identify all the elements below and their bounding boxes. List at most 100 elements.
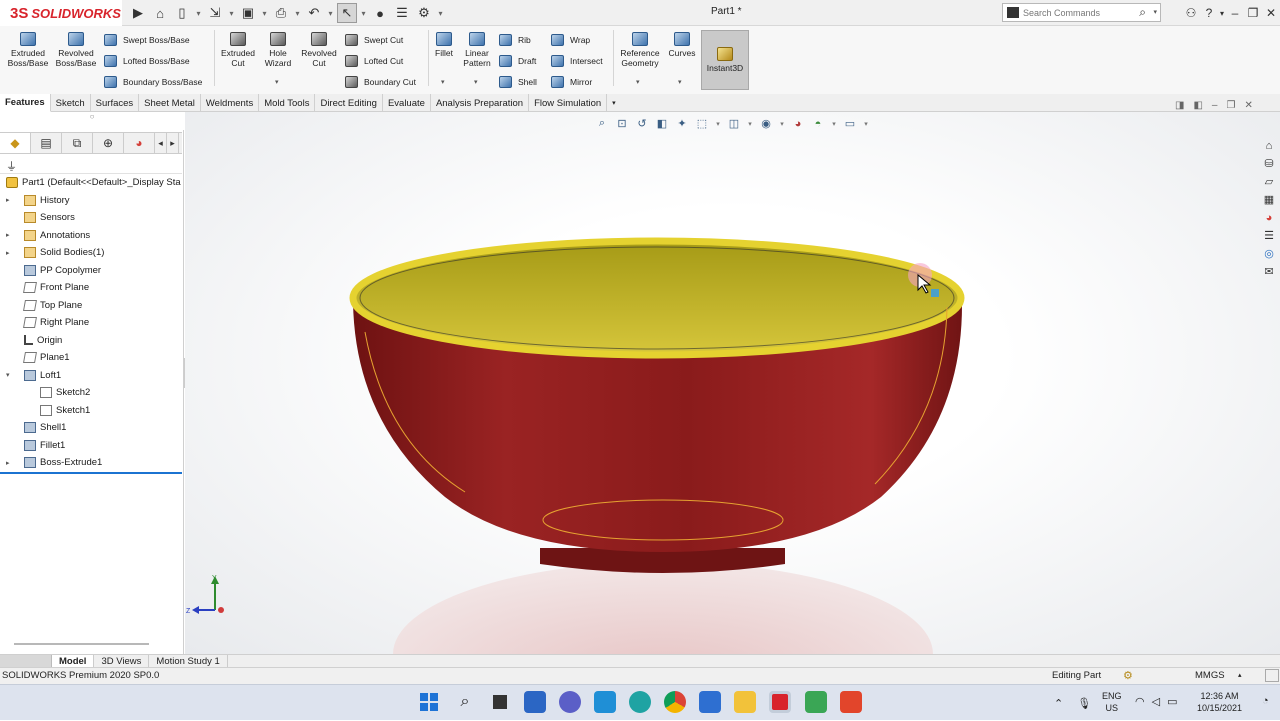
solidworks-resources-icon[interactable]: ⌂ [1260, 137, 1278, 154]
tabs-overflow-icon[interactable]: ▾ [607, 94, 621, 112]
units-dropdown-icon[interactable]: ▴ [1238, 671, 1242, 679]
search-commands-box[interactable]: Search Commands ⌕ ▾ [1002, 3, 1161, 22]
wrap-button[interactable]: Wrap [551, 34, 590, 46]
search-scope-icon[interactable] [1007, 7, 1019, 18]
tab-flow-simulation[interactable]: Flow Simulation [529, 94, 608, 112]
tree-item-sketch1[interactable]: Sketch1 [0, 402, 184, 420]
tab-mold-tools[interactable]: Mold Tools [259, 94, 316, 112]
file-explorer-taskbar-icon[interactable] [734, 691, 756, 713]
bottom-tab-motion-study-1[interactable]: Motion Study 1 [149, 655, 228, 667]
view-palette-icon[interactable]: ▦ [1260, 191, 1278, 208]
draft-button[interactable]: Draft [499, 55, 536, 67]
clock[interactable]: 12:36 AM 10/15/2021 [1197, 690, 1242, 714]
bottom-tab-model[interactable]: Model [52, 655, 95, 667]
intersect-button[interactable]: Intersect [551, 55, 603, 67]
microphone-icon[interactable]: 🎙 [1077, 697, 1091, 710]
units-selector[interactable]: MMGS [1195, 670, 1225, 681]
options-gear-icon[interactable]: ⚙ [414, 3, 434, 23]
language-indicator[interactable]: ENG US [1102, 690, 1122, 714]
expand-arrow-icon[interactable]: ▸ [6, 196, 10, 204]
hole-wizard-dropdown-icon[interactable]: ▾ [275, 78, 279, 86]
notifications-icon[interactable]: ◔ [1262, 695, 1269, 707]
tree-item-shell1[interactable]: Shell1 [0, 419, 184, 437]
appearances-icon[interactable]: ◕ [1260, 209, 1278, 226]
camtasia-icon[interactable] [805, 691, 827, 713]
search-dropdown-icon[interactable]: ▾ [1153, 8, 1157, 16]
swept-boss-button[interactable]: Swept Boss/Base [104, 34, 190, 46]
revolved-boss-button[interactable]: Revolved Boss/Base [54, 32, 98, 68]
lofted-boss-button[interactable]: Lofted Boss/Base [104, 55, 190, 67]
property-manager-tab-icon[interactable]: ▤ [31, 133, 62, 153]
close-icon[interactable]: ✕ [1262, 6, 1280, 20]
viewport-minimize-icon[interactable]: – [1212, 100, 1218, 111]
file-explorer-icon[interactable]: ▱ [1260, 173, 1278, 190]
search-input[interactable]: Search Commands [1023, 8, 1100, 18]
solidworks-logo[interactable]: 3S SOLIDWORKS [0, 0, 122, 26]
panel-horizontal-scrollbar[interactable] [14, 643, 149, 645]
minimize-icon[interactable]: – [1226, 6, 1244, 20]
search-icon[interactable]: ⌕ [1139, 5, 1146, 20]
solidworks-taskbar-icon[interactable] [769, 691, 791, 713]
edge-browser-icon[interactable] [629, 691, 651, 713]
tab-scroll-right-icon[interactable]: ▸ [167, 133, 179, 153]
tree-item-front-plane[interactable]: Front Plane [0, 279, 184, 297]
tree-item-top-plane[interactable]: Top Plane [0, 297, 184, 315]
restore-icon[interactable]: ❐ [1244, 6, 1262, 20]
tree-item-origin[interactable]: Origin [0, 332, 184, 350]
tree-item-solid-bodies-1[interactable]: ▸ Solid Bodies(1) [0, 244, 184, 262]
tree-item-boss-extrude1[interactable]: ▸ Boss-Extrude1 [0, 454, 184, 472]
bowl-model[interactable] [185, 112, 1280, 654]
help-dropdown-icon[interactable]: ▾ [1218, 9, 1226, 18]
expand-arrow-icon[interactable]: ▸ [6, 459, 10, 467]
expand-arrow-icon[interactable]: ▾ [6, 371, 10, 379]
lofted-cut-button[interactable]: Lofted Cut [345, 55, 403, 67]
help-icon[interactable]: ? [1200, 6, 1218, 20]
shell-button[interactable]: Shell [499, 76, 537, 88]
home-icon[interactable]: ⌂ [150, 3, 170, 23]
tree-filter-row[interactable]: ⏚ [0, 154, 182, 174]
design-library-icon[interactable]: ⛁ [1260, 155, 1278, 172]
save-icon[interactable]: ▣ [238, 3, 258, 23]
fillet-dropdown-icon[interactable]: ▾ [441, 78, 445, 86]
tab-scroll-left-icon[interactable]: ◂ [155, 133, 167, 153]
widgets-icon[interactable] [524, 691, 546, 713]
file-properties-icon[interactable]: ☰ [392, 3, 412, 23]
bottom-tab-3d-views[interactable]: 3D Views [94, 655, 150, 667]
graphics-viewport[interactable]: ⌕ ⊡ ↺ ◧ ✦ ⬚ ▾ ◫ ▾ ◉ ▾ ◕ ◓ ▾ ▭ ▾ Y Z ⌂ ⛁ … [185, 112, 1280, 654]
help-chat-icon[interactable]: ✉ [1260, 263, 1278, 280]
pattern-dropdown-icon[interactable]: ▾ [474, 78, 478, 86]
print-icon[interactable]: ⎙ [271, 3, 291, 23]
new-dropdown-icon[interactable]: ▾ [194, 3, 203, 23]
tab-sheet-metal[interactable]: Sheet Metal [139, 94, 201, 112]
configuration-manager-tab-icon[interactable]: ⧉ [62, 133, 93, 153]
user-icon[interactable]: ⚇ [1182, 6, 1200, 20]
rebuild-icon[interactable]: ● [370, 3, 390, 23]
tray-status-icons[interactable]: ◠ ◁ ▭ [1135, 695, 1177, 708]
tab-evaluate[interactable]: Evaluate [383, 94, 431, 112]
rebuild-status-icon[interactable]: ⚙ [1123, 669, 1133, 682]
panel-grip-icon[interactable]: ○ [0, 112, 184, 130]
select-arrow-icon[interactable]: ↖ [337, 3, 357, 23]
tree-item-loft1[interactable]: ▾ Loft1 [0, 367, 184, 385]
task-view-icon[interactable] [489, 691, 511, 713]
tab-analysis-preparation[interactable]: Analysis Preparation [431, 94, 530, 112]
open-icon[interactable]: ⇲ [205, 3, 225, 23]
tree-item-fillet1[interactable]: Fillet1 [0, 437, 184, 455]
viewport-restore-icon[interactable]: ❐ [1226, 100, 1235, 111]
tab-surfaces[interactable]: Surfaces [91, 94, 140, 112]
filter-icon[interactable]: ⏚ [6, 158, 17, 174]
undo-dropdown-icon[interactable]: ▾ [326, 3, 335, 23]
curves-dropdown-icon[interactable]: ▾ [678, 78, 682, 86]
recorder-icon[interactable] [840, 691, 862, 713]
tree-item-right-plane[interactable]: Right Plane [0, 314, 184, 332]
search-taskbar-icon[interactable]: ⌕ [454, 691, 476, 713]
tree-item-pp-copolymer[interactable]: PP Copolymer [0, 262, 184, 280]
mirror-button[interactable]: Mirror [551, 76, 592, 88]
reference-geometry-dropdown-icon[interactable]: ▾ [636, 78, 640, 86]
extruded-boss-button[interactable]: Extruded Boss/Base [6, 32, 50, 68]
instant3d-button[interactable]: Instant3D [701, 30, 749, 90]
status-bar-toggle-icon[interactable] [1265, 669, 1279, 682]
linear-pattern-button[interactable]: Linear Pattern [460, 32, 494, 68]
tab-navigation-arrows-icon[interactable] [0, 655, 52, 667]
extruded-cut-button[interactable]: Extruded Cut [216, 32, 260, 68]
